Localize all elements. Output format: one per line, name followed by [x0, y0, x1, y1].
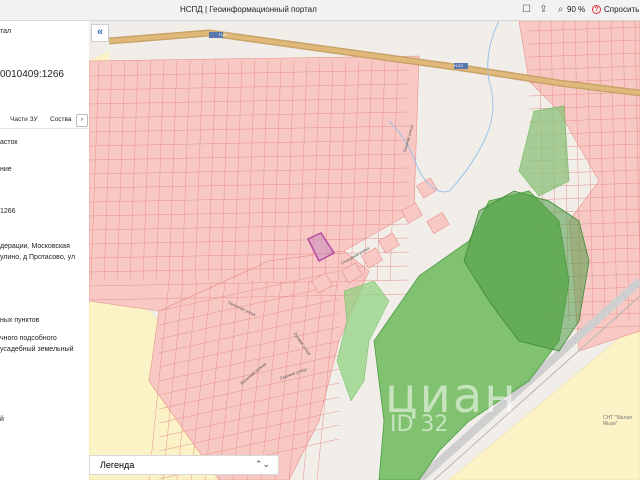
- sidebar-misc-value: й: [0, 416, 4, 423]
- cian-id-watermark: ID 32: [390, 412, 449, 437]
- ask-icon: ?: [592, 5, 601, 14]
- sidebar-tabs: Части ЗУ Соства ›: [0, 112, 89, 129]
- land-category-value: ных пунктов: [0, 317, 40, 324]
- chevron-updown-icon: ⌃⌄: [254, 459, 270, 469]
- road-shield-label-1: Н-22: [219, 32, 228, 37]
- ask-button[interactable]: ? Спросить: [590, 2, 639, 18]
- legend-dropdown[interactable]: Легенда ⌃⌄: [89, 455, 279, 475]
- top-bar: НСПД | Геоинформационный портал ☐ ⇪ ⌕ 90…: [0, 0, 640, 21]
- zoom-level[interactable]: 90 %: [567, 5, 585, 14]
- map-canvas[interactable]: Огородная улица Озерная улица Песочная у…: [89, 21, 640, 480]
- info-sidebar: тал 0010409:1266 Части ЗУ Соства › асток…: [0, 21, 90, 480]
- tabs-scroll-button[interactable]: ›: [76, 114, 88, 127]
- permitted-use-line-1: чного подсобного: [0, 335, 57, 342]
- settlement-label: СНТ "Малая Мызя": [603, 415, 632, 427]
- page-title: НСПД | Геоинформационный портал: [180, 5, 317, 14]
- status-value: ние: [0, 166, 12, 173]
- forest-light-ne: [518, 105, 570, 197]
- ask-label: Спросить: [604, 5, 640, 14]
- object-type-value: асток: [0, 139, 18, 146]
- share-icon[interactable]: ⇪: [537, 3, 550, 16]
- road-shield-label-2: Н-22: [454, 63, 463, 68]
- number-value: 1266: [0, 208, 16, 215]
- address-line-2: улино, д Протасово, ул: [0, 254, 76, 261]
- address-line-1: дерации, Московская: [0, 243, 70, 250]
- bookmark-icon[interactable]: ☐: [520, 3, 533, 16]
- permitted-use-line-2: усадебный земельный: [0, 346, 74, 353]
- tab-parts[interactable]: Части ЗУ: [10, 116, 38, 123]
- collapse-sidebar-button[interactable]: «: [91, 24, 109, 42]
- tab-composition[interactable]: Соства: [50, 116, 72, 123]
- zoom-icon[interactable]: ⌕: [554, 3, 567, 16]
- cadastral-number: 0010409:1266: [0, 69, 64, 80]
- sidebar-header: тал: [0, 28, 12, 35]
- legend-label: Легенда: [100, 460, 135, 470]
